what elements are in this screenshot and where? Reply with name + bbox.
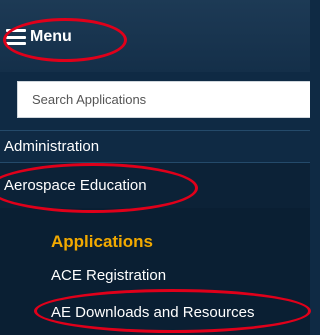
link-ae-downloads-resources[interactable]: AE Downloads and Resources xyxy=(51,304,254,321)
menu-button[interactable]: Menu xyxy=(6,22,72,52)
nav-item-administration[interactable]: Administration xyxy=(0,130,310,162)
nav-item-label: Aerospace Education xyxy=(4,177,147,194)
link-ace-registration[interactable]: ACE Registration xyxy=(51,267,166,284)
menu-label: Menu xyxy=(30,28,72,45)
nav-item-aerospace-education[interactable]: Aerospace Education xyxy=(0,162,310,208)
search-input[interactable] xyxy=(17,81,310,118)
hamburger-icon xyxy=(6,29,26,45)
top-menu-bar: Menu xyxy=(0,0,310,72)
search-container xyxy=(0,72,310,130)
nav-item-label: Administration xyxy=(4,138,100,155)
submenu-heading: Applications xyxy=(51,232,154,251)
